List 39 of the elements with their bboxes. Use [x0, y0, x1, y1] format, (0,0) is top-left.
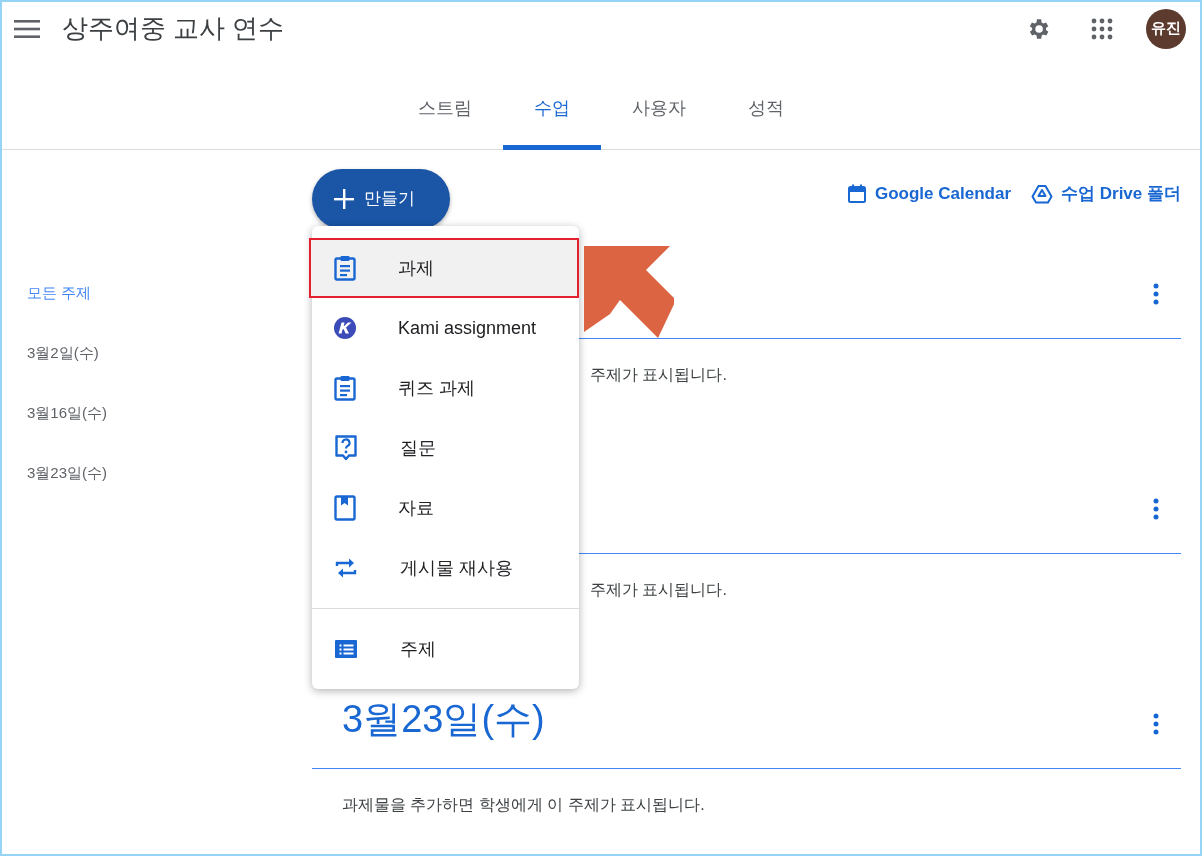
toolbar-link[interactable]: Google Calendar — [847, 181, 1011, 207]
topic-description: 주제가 표시됩니다. — [590, 366, 727, 383]
menu-icon[interactable] — [14, 19, 40, 38]
drive-icon — [1031, 183, 1053, 204]
clipboard-icon — [334, 255, 356, 281]
menu-item[interactable]: 게시물 재사용 — [312, 538, 579, 598]
topic-link[interactable]: 3월2일(수) — [27, 323, 99, 383]
more-options-icon[interactable] — [1153, 713, 1159, 735]
kami-logo-icon — [334, 317, 356, 339]
apps-grid-icon — [1091, 17, 1113, 40]
topic-description: 과제물을 추가하면 학생에게 이 주제가 표시됩니다. — [342, 796, 705, 813]
clipboard-icon — [334, 375, 356, 401]
menu-item[interactable]: 질문 — [312, 418, 579, 478]
topic-link[interactable]: 3월23일(수) — [27, 443, 108, 503]
bookmark-page-icon — [334, 495, 356, 521]
menu-item[interactable]: Kami assignment — [312, 298, 579, 358]
tab[interactable]: 스트림 — [387, 55, 503, 150]
toolbar-link[interactable]: 수업 Drive 폴더 — [1031, 181, 1181, 207]
topic-description: 주제가 표시됩니다. — [590, 581, 727, 598]
menu-item[interactable]: 주제 — [312, 619, 579, 679]
topic-heading: 3월23일(수) — [342, 697, 545, 742]
repeat-icon — [334, 556, 358, 580]
more-options-icon[interactable] — [1153, 498, 1159, 520]
account-avatar[interactable]: 유진 — [1146, 8, 1186, 49]
list-icon — [334, 639, 358, 659]
topic-link[interactable]: 모든 주제 — [27, 263, 92, 323]
create-button[interactable]: 만들기 — [312, 169, 450, 229]
menu-item[interactable]: 자료 — [312, 478, 579, 538]
topic-link[interactable]: 3월16일(수) — [27, 383, 108, 443]
menu-item[interactable]: 퀴즈 과제 — [312, 358, 579, 418]
plus-icon — [334, 189, 354, 209]
tab[interactable]: 수업 — [503, 55, 601, 150]
menu-item[interactable]: 과제 — [309, 238, 579, 298]
more-options-icon[interactable] — [1153, 283, 1159, 305]
question-icon — [334, 434, 358, 462]
tab[interactable]: 성적 — [717, 55, 815, 150]
calendar-icon — [847, 183, 867, 204]
class-title: 상주여중 교사 연수 — [62, 12, 285, 45]
tab[interactable]: 사용자 — [601, 55, 717, 150]
